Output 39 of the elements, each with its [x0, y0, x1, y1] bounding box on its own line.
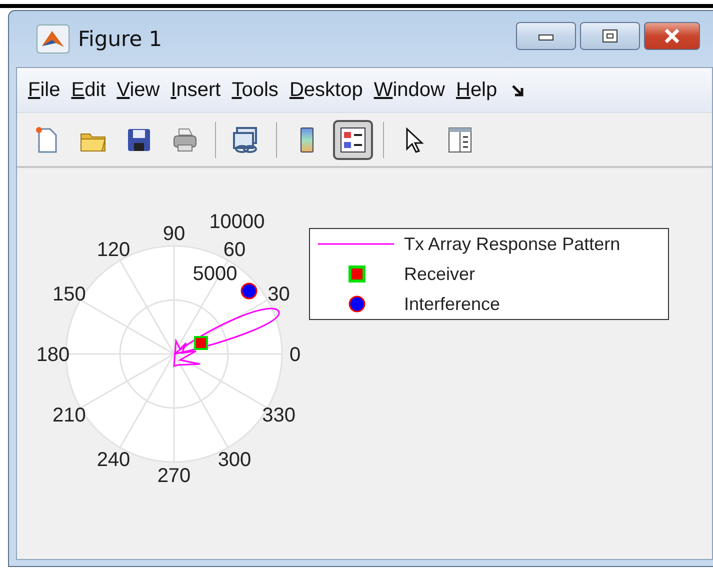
- radius-label: 5000: [192, 263, 238, 285]
- legend-label: Tx Array Response Pattern: [404, 234, 620, 254]
- angle-label: 150: [52, 284, 86, 306]
- legend-icon: [338, 124, 368, 154]
- legend-label: Interference: [404, 294, 500, 314]
- angle-label: 120: [96, 239, 130, 262]
- overflow-arrow-icon[interactable]: [510, 82, 526, 98]
- angle-label: 210: [52, 404, 86, 426]
- angle-label: 0: [289, 344, 301, 366]
- angle-label: 90: [162, 223, 186, 245]
- menu-item[interactable]: Insert: [164, 78, 226, 102]
- minimize-button[interactable]: [516, 22, 576, 50]
- menu-item[interactable]: Help: [450, 78, 502, 102]
- window-title: Figure 1: [78, 27, 164, 51]
- receiver-marker: [194, 336, 208, 350]
- toolbar-button[interactable]: [333, 120, 373, 160]
- menu-item[interactable]: File: [22, 78, 66, 102]
- interference-marker: [240, 282, 258, 300]
- menu-item[interactable]: Edit: [65, 78, 111, 102]
- angle-label: 60: [223, 239, 246, 262]
- angle-label: 270: [157, 465, 191, 487]
- menu-item[interactable]: Window: [368, 78, 450, 102]
- angle-label: 300: [218, 448, 252, 471]
- close-button[interactable]: [644, 22, 700, 50]
- angle-label: 240: [96, 448, 130, 471]
- angle-label: 330: [262, 404, 296, 426]
- menu-item[interactable]: Tools: [226, 78, 284, 102]
- radius-label: 10000: [209, 211, 265, 233]
- square-marker: [348, 266, 366, 282]
- circle-marker: [348, 296, 366, 312]
- restore-icon: [601, 28, 619, 44]
- close-icon: [662, 28, 682, 44]
- menu-item[interactable]: Desktop: [283, 78, 368, 102]
- angle-label: 180: [36, 344, 70, 366]
- legend-label: Receiver: [404, 264, 476, 284]
- menu-item[interactable]: View: [110, 78, 165, 102]
- restore-button[interactable]: [580, 22, 640, 50]
- angle-label: 30: [268, 284, 290, 306]
- app-logo-icon: [36, 24, 70, 54]
